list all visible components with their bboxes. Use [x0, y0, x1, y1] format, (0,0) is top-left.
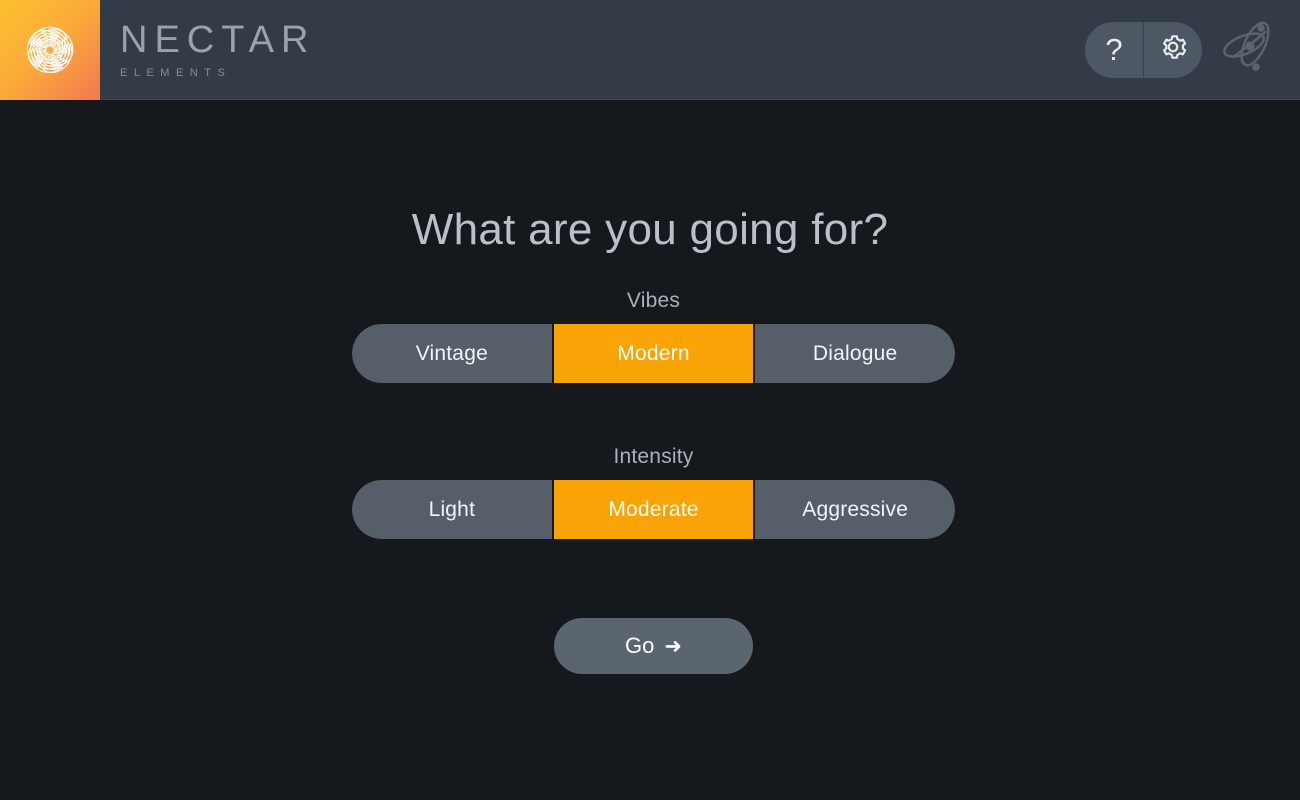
go-button[interactable]: Go ➜	[554, 618, 753, 674]
main-content: What are you going for? Vibes Vintage Mo…	[0, 101, 1300, 800]
gear-icon	[1157, 31, 1189, 68]
arrow-right-icon: ➜	[664, 634, 682, 658]
nectar-flower-spiral-logo-icon	[12, 12, 88, 88]
segment-dialogue[interactable]: Dialogue	[755, 324, 955, 383]
question-mark-icon: ?	[1105, 32, 1123, 67]
decorative-brand-mark	[1214, 14, 1286, 86]
go-button-label: Go	[625, 633, 655, 658]
segment-light[interactable]: Light	[352, 480, 552, 539]
segment-moderate[interactable]: Moderate	[553, 480, 754, 539]
settings-button[interactable]	[1143, 21, 1202, 78]
segment-vintage[interactable]: Vintage	[352, 324, 552, 383]
header-icon-pill: ?	[1085, 21, 1202, 78]
group-label-intensity: Intensity	[613, 445, 694, 468]
header-actions: ?	[1085, 14, 1300, 86]
orbital-scribble-mark-icon	[1214, 11, 1286, 88]
brand-block: NECTAR ELEMENTS	[120, 21, 315, 79]
app-header: NECTAR ELEMENTS ?	[0, 0, 1300, 100]
segmented-control-vibes: Vintage Modern Dialogue	[352, 324, 955, 383]
option-group-vibes: Vibes Vintage Modern Dialogue	[352, 289, 955, 383]
brand-name: NECTAR	[120, 18, 316, 61]
segmented-control-intensity: Light Moderate Aggressive	[352, 480, 955, 539]
page-title: What are you going for?	[411, 205, 889, 254]
help-button[interactable]: ?	[1085, 22, 1143, 78]
app-logo-tile	[0, 0, 100, 100]
segment-modern[interactable]: Modern	[553, 324, 754, 383]
segment-aggressive[interactable]: Aggressive	[755, 480, 955, 539]
group-label-vibes: Vibes	[626, 289, 681, 312]
brand-subtitle: ELEMENTS	[120, 66, 232, 79]
option-group-intensity: Intensity Light Moderate Aggressive	[352, 445, 955, 539]
